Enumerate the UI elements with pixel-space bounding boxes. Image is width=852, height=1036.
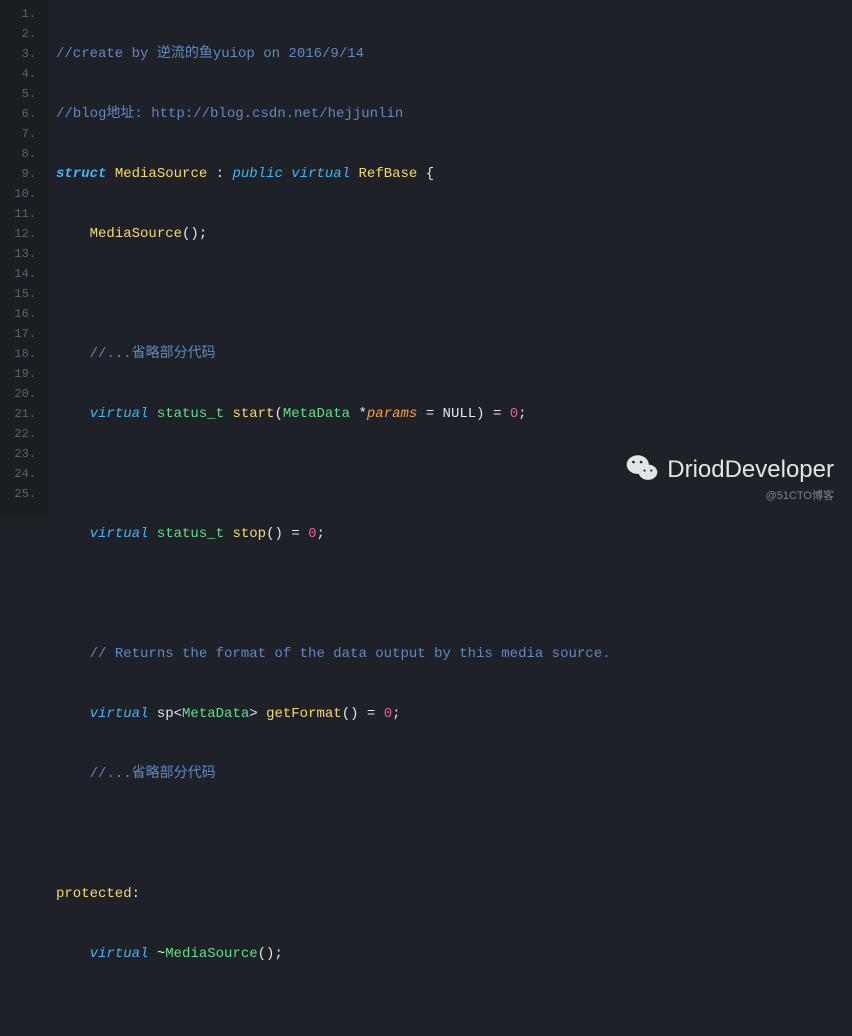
keyword: virtual <box>90 946 149 962</box>
code-line: //create by 逆流的鱼yuiop on 2016/9/14 <box>56 44 852 64</box>
watermark-label: DriodDeveloper <box>667 460 834 480</box>
comment: //...省略部分代码 <box>90 346 216 362</box>
keyword: virtual <box>90 526 149 542</box>
code-line <box>56 284 852 304</box>
number: 0 <box>308 526 316 542</box>
line-number: 22. <box>0 424 48 444</box>
constant: NULL <box>443 406 477 422</box>
line-number: 9. <box>0 164 48 184</box>
line-number: 12. <box>0 224 48 244</box>
code-line: virtual sp<MetaData> getFormat() = 0; <box>56 704 852 724</box>
number: 0 <box>510 406 518 422</box>
line-number: 19. <box>0 364 48 384</box>
line-number: 11. <box>0 204 48 224</box>
line-number: 8. <box>0 144 48 164</box>
code-line: struct MediaSource : public virtual RefB… <box>56 164 852 184</box>
code-line <box>56 1004 852 1024</box>
line-number: 20. <box>0 384 48 404</box>
text <box>350 166 358 182</box>
text: (); <box>258 946 283 962</box>
line-number: 4. <box>0 64 48 84</box>
keyword: virtual <box>90 406 149 422</box>
line-number: 6. <box>0 104 48 124</box>
text: ; <box>392 706 400 722</box>
keyword: public <box>232 166 282 182</box>
code-line: // Returns the format of the data output… <box>56 644 852 664</box>
line-number: 16. <box>0 304 48 324</box>
funcname: start <box>232 406 274 422</box>
line-gutter: 1.2.3.4.5.6.7.8.9.10.11.12.13.14.15.16.1… <box>0 0 48 518</box>
text: : <box>132 886 140 902</box>
code-line: protected: <box>56 884 852 904</box>
line-number: 10. <box>0 184 48 204</box>
line-number: 2. <box>0 24 48 44</box>
typename: status_t <box>157 526 224 542</box>
code-line <box>56 584 852 604</box>
text: ( <box>274 406 282 422</box>
comment: //blog地址: http://blog.csdn.net/hejjunlin <box>56 106 403 122</box>
text: sp< <box>148 706 182 722</box>
text <box>224 526 232 542</box>
comment: // Returns the format of the data output… <box>90 646 611 662</box>
code-line: //...省略部分代码 <box>56 344 852 364</box>
keyword: virtual <box>90 706 149 722</box>
funcname: getFormat <box>266 706 342 722</box>
line-number: 7. <box>0 124 48 144</box>
line-number: 18. <box>0 344 48 364</box>
keyword: virtual <box>291 166 350 182</box>
wechat-icon <box>625 451 659 488</box>
text: ~ <box>148 946 165 962</box>
typename: RefBase <box>359 166 418 182</box>
text: () = <box>266 526 308 542</box>
funcname: stop <box>232 526 266 542</box>
code-line: virtual status_t start(MetaData *params … <box>56 404 852 424</box>
line-number: 14. <box>0 264 48 284</box>
line-number: 13. <box>0 244 48 264</box>
typename: MetaData <box>182 706 249 722</box>
line-number: 23. <box>0 444 48 464</box>
line-number: 5. <box>0 84 48 104</box>
code-line: //...省略部分代码 <box>56 764 852 784</box>
text: ; <box>316 526 324 542</box>
text: (); <box>182 226 207 242</box>
text <box>148 526 156 542</box>
code-line: virtual status_t stop() = 0; <box>56 524 852 544</box>
code-line: virtual ~MediaSource(); <box>56 944 852 964</box>
line-number: 17. <box>0 324 48 344</box>
typename: MediaSource <box>90 226 182 242</box>
comment: //create by 逆流的鱼yuiop on 2016/9/14 <box>56 46 364 62</box>
text <box>106 166 114 182</box>
code-line: //blog地址: http://blog.csdn.net/hejjunlin <box>56 104 852 124</box>
line-number: 25. <box>0 484 48 504</box>
line-number: 15. <box>0 284 48 304</box>
typename: MediaSource <box>115 166 207 182</box>
code-editor: 1.2.3.4.5.6.7.8.9.10.11.12.13.14.15.16.1… <box>0 0 852 518</box>
line-number: 21. <box>0 404 48 424</box>
line-number: 24. <box>0 464 48 484</box>
code-line <box>56 824 852 844</box>
text <box>148 406 156 422</box>
comment: //...省略部分代码 <box>90 766 216 782</box>
sub-watermark: @51CTO博客 <box>766 486 834 506</box>
line-number: 1. <box>0 4 48 24</box>
code-line: MediaSource(); <box>56 224 852 244</box>
watermark: DriodDeveloper <box>625 451 834 488</box>
text: > <box>249 706 266 722</box>
text: ; <box>518 406 526 422</box>
number: 0 <box>384 706 392 722</box>
typename: status_t <box>157 406 224 422</box>
typename: MediaSource <box>165 946 257 962</box>
text: = <box>417 406 442 422</box>
text: * <box>350 406 367 422</box>
param: params <box>367 406 417 422</box>
keyword: struct <box>56 166 106 182</box>
keyword: protected <box>56 886 132 902</box>
text: ) = <box>476 406 510 422</box>
line-number: 3. <box>0 44 48 64</box>
text: { <box>417 166 434 182</box>
code-area[interactable]: //create by 逆流的鱼yuiop on 2016/9/14 //blo… <box>48 0 852 518</box>
text: () = <box>342 706 384 722</box>
text: : <box>207 166 232 182</box>
typename: MetaData <box>283 406 350 422</box>
